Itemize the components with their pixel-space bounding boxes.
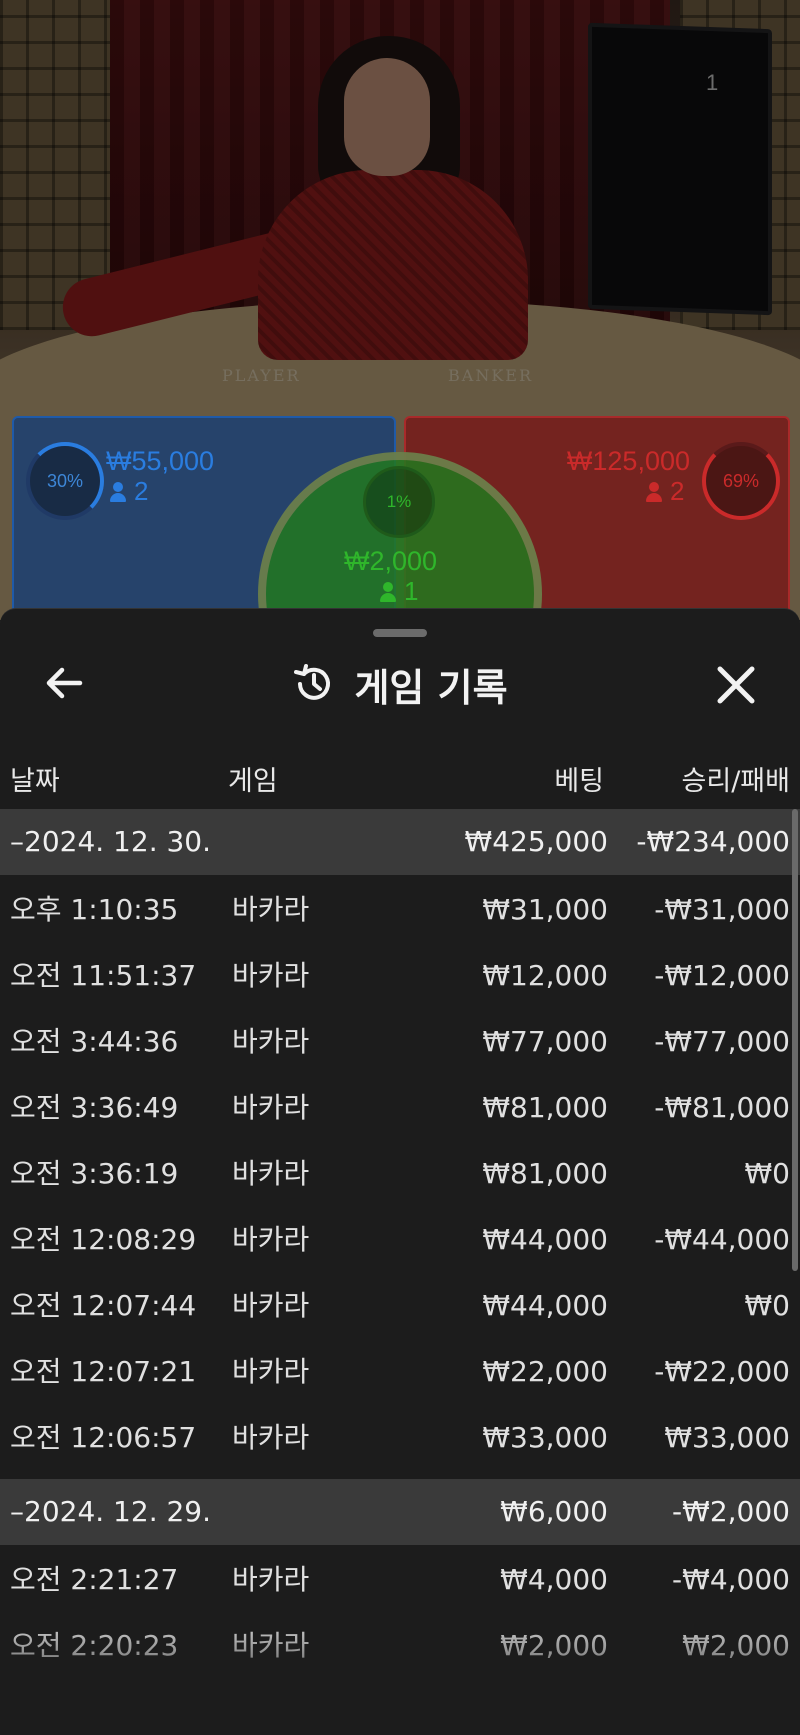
row-game: 바카라 [232,1289,310,1322]
player-percent-ring: 30% [26,442,104,520]
tie-percent-ring: 1% [363,466,435,538]
player-bettor-count: 2 [110,476,148,507]
row-time: 오전 2:21:27 [10,1563,179,1596]
row-bet: ₩31,000 [482,893,608,926]
row-result: -₩22,000 [654,1355,790,1388]
row-time: 오전 11:51:37 [10,959,197,992]
player-count-value: 2 [134,476,149,506]
player-bet-amount: ₩55,000 [106,446,215,476]
row-result: -₩81,000 [654,1091,790,1124]
person-icon [380,581,396,602]
row-game: 바카라 [232,1563,310,1596]
history-icon [294,664,331,700]
group-total-bet: ₩425,000 [464,825,608,858]
row-result: ₩0 [744,1157,791,1190]
history-row[interactable]: 오전 11:51:37 바카라 ₩12,000 -₩12,000 [0,943,800,1009]
row-game: 바카라 [232,1355,310,1388]
person-icon [646,481,662,502]
row-result: -₩4,000 [672,1563,790,1596]
row-time: 오전 3:36:19 [10,1157,179,1190]
column-header-date: 날짜 [10,766,60,797]
row-result: -₩12,000 [654,959,790,992]
history-row[interactable]: 오전 12:07:21 바카라 ₩22,000 -₩22,000 [0,1339,800,1405]
row-result: ₩2,000 [682,1629,790,1662]
banker-percent-ring: 69% [702,442,780,520]
row-bet: ₩81,000 [482,1157,608,1190]
row-bet: ₩77,000 [482,1025,608,1058]
panel-header: 게임 기록 [0,655,800,713]
row-result: ₩33,000 [664,1421,790,1454]
date-group-header[interactable]: –2024. 12. 30. ₩425,000 -₩234,000 [0,809,800,875]
group-total-result: -₩2,000 [672,1495,790,1528]
history-row[interactable]: 오전 3:44:36 바카라 ₩77,000 -₩77,000 [0,1009,800,1075]
row-result: -₩44,000 [654,1223,790,1256]
game-history-panel: 게임 기록 날짜 게임 베팅 승리/패배 –2024. 12. 30. ₩425… [0,608,800,1735]
history-row[interactable]: 오전 3:36:19 바카라 ₩81,000 ₩0 [0,1141,800,1207]
row-time: 오전 12:07:21 [10,1355,197,1388]
row-bet: ₩4,000 [500,1563,608,1596]
person-icon [110,481,126,502]
row-bet: ₩12,000 [482,959,608,992]
row-time: 오전 3:36:49 [10,1091,179,1124]
column-header-result: 승리/패배 [681,766,790,797]
banker-bettor-count: 2 [646,476,684,507]
row-game: 바카라 [232,1629,310,1662]
row-time: 오전 3:44:36 [10,1025,179,1058]
history-row[interactable]: 오전 3:36:49 바카라 ₩81,000 -₩81,000 [0,1075,800,1141]
drag-handle[interactable] [373,629,427,637]
history-row[interactable]: 오전 12:08:29 바카라 ₩44,000 -₩44,000 [0,1207,800,1273]
history-row[interactable]: 오전 2:21:27 바카라 ₩4,000 -₩4,000 [0,1547,800,1613]
date-group-header[interactable]: –2024. 12. 29. ₩6,000 -₩2,000 [0,1479,800,1545]
row-bet: ₩2,000 [500,1629,608,1662]
row-game: 바카라 [232,1157,310,1190]
close-button[interactable] [710,659,762,711]
panel-title: 게임 기록 [354,665,508,710]
row-game: 바카라 [232,959,310,992]
tie-bet-amount: ₩2,000 [344,546,438,576]
row-time: 오전 12:07:44 [10,1289,197,1322]
close-icon [717,666,755,704]
history-row[interactable]: 오전 12:06:57 바카라 ₩33,000 ₩33,000 [0,1405,800,1471]
row-time: 오전 12:06:57 [10,1421,197,1454]
history-row[interactable]: 오후 1:10:35 바카라 ₩31,000 -₩31,000 [0,877,800,943]
group-date: –2024. 12. 29. [10,1495,212,1528]
row-bet: ₩33,000 [482,1421,608,1454]
column-header-bet: 베팅 [554,766,604,797]
column-header-game: 게임 [228,766,278,797]
row-time: 오전 2:20:23 [10,1629,179,1662]
row-game: 바카라 [232,893,310,926]
row-bet: ₩22,000 [482,1355,608,1388]
row-result: -₩31,000 [654,893,790,926]
group-total-result: -₩234,000 [636,825,790,858]
row-result: -₩77,000 [654,1025,790,1058]
scrollbar[interactable] [792,809,798,1271]
row-bet: ₩44,000 [482,1289,608,1322]
row-result: ₩0 [744,1289,791,1322]
history-row[interactable]: 오전 12:07:44 바카라 ₩44,000 ₩0 [0,1273,800,1339]
tie-bettor-count: 1 [380,576,418,607]
row-time: 오전 12:08:29 [10,1223,197,1256]
row-time: 오후 1:10:35 [10,893,179,926]
row-game: 바카라 [232,1421,310,1454]
group-total-bet: ₩6,000 [500,1495,608,1528]
banker-count-value: 2 [670,476,685,506]
row-game: 바카라 [232,1223,310,1256]
row-bet: ₩44,000 [482,1223,608,1256]
group-date: –2024. 12. 30. [10,825,212,858]
history-row[interactable]: 오전 2:20:23 바카라 ₩2,000 ₩2,000 [0,1613,800,1679]
history-list: –2024. 12. 30. ₩425,000 -₩234,000 오후 1:1… [0,809,800,1679]
row-bet: ₩81,000 [482,1091,608,1124]
live-video: 1 PLAYER BANKER 30% ₩55,000 2 69% ₩125,0… [0,0,800,620]
row-game: 바카라 [232,1025,310,1058]
tie-count-value: 1 [404,576,419,606]
row-game: 바카라 [232,1091,310,1124]
banker-bet-amount: ₩125,000 [566,446,690,476]
